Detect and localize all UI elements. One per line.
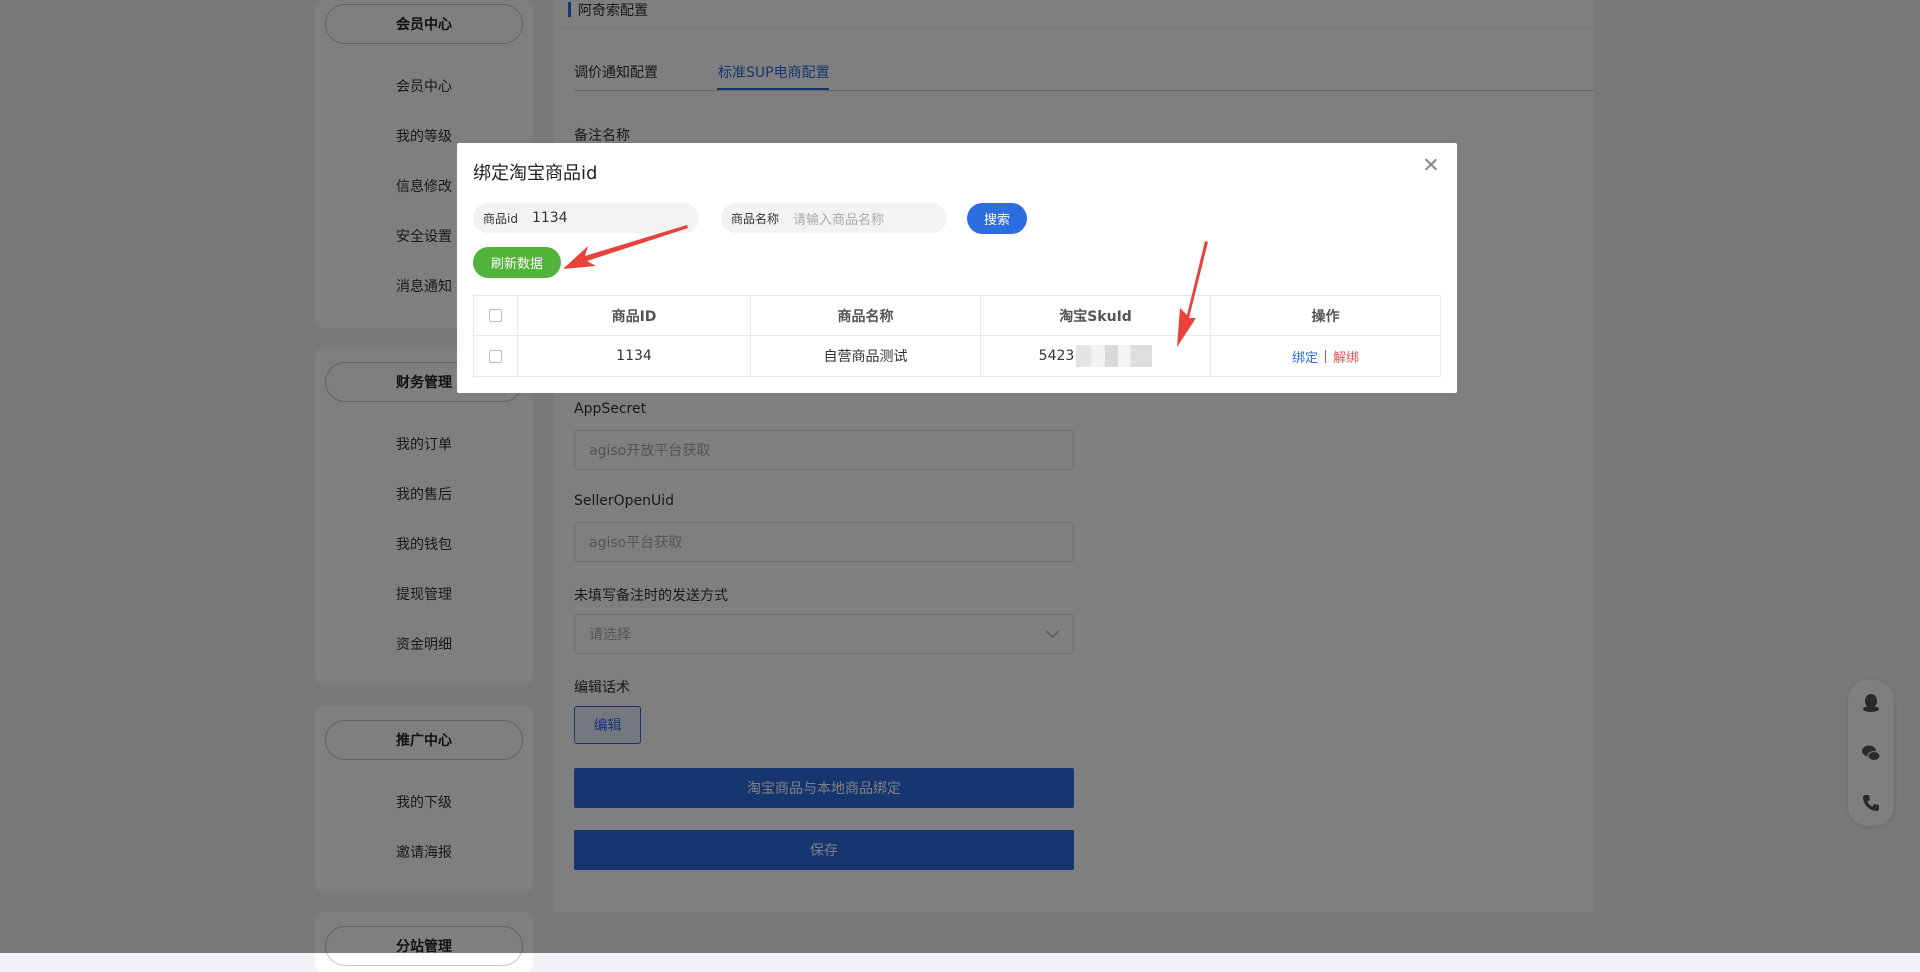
cell-product-id: 1134 bbox=[518, 336, 751, 376]
product-id-field[interactable]: 商品id 1134 bbox=[473, 203, 699, 233]
table-header-row: 商品ID 商品名称 淘宝SkuId 操作 bbox=[474, 296, 1440, 336]
select-all-cell bbox=[474, 296, 518, 335]
select-all-checkbox[interactable] bbox=[489, 309, 502, 322]
product-id-value: 1134 bbox=[531, 210, 568, 226]
cell-product-name: 自营商品测试 bbox=[751, 336, 981, 376]
header-sku-id: 淘宝SkuId bbox=[981, 296, 1211, 335]
product-name-label: 商品名称 bbox=[731, 211, 780, 226]
row-select-cell bbox=[474, 336, 518, 376]
product-table: 商品ID 商品名称 淘宝SkuId 操作 1134 自营商品测试 5423 绑定… bbox=[473, 295, 1441, 377]
row-checkbox[interactable] bbox=[489, 349, 502, 363]
dialog-title: 绑定淘宝商品id bbox=[473, 163, 598, 184]
header-actions: 操作 bbox=[1311, 308, 1340, 325]
product-name-placeholder: 请输入商品名称 bbox=[793, 212, 885, 228]
cell-sku-id: 5423 bbox=[981, 336, 1211, 376]
product-name-field[interactable]: 商品名称 请输入商品名称 bbox=[721, 203, 947, 233]
product-id-label: 商品id bbox=[483, 211, 518, 226]
header-product-id: 商品ID bbox=[518, 296, 751, 335]
cell-actions: 绑定 解绑 bbox=[1211, 336, 1440, 376]
sku-id-blurred bbox=[1076, 345, 1153, 367]
header-product-name: 商品名称 bbox=[751, 296, 981, 335]
search-button[interactable]: 搜索 bbox=[967, 203, 1027, 234]
close-icon[interactable] bbox=[1423, 157, 1439, 173]
bind-link[interactable]: 绑定 bbox=[1292, 347, 1318, 366]
table-row: 1134 自营商品测试 5423 绑定 解绑 bbox=[474, 336, 1440, 376]
refresh-data-button[interactable]: 刷新数据 bbox=[473, 247, 561, 278]
bind-taobao-dialog: 绑定淘宝商品id 商品id 1134 商品名称 请输入商品名称 搜索 刷新数据 … bbox=[457, 143, 1457, 393]
action-separator bbox=[1325, 349, 1326, 363]
unbind-link[interactable]: 解绑 bbox=[1333, 347, 1359, 366]
sku-id-visible: 5423 bbox=[1038, 348, 1075, 364]
